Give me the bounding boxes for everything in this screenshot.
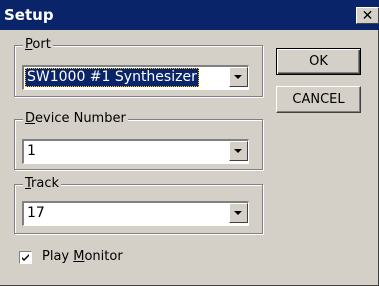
close-icon: ✕ (361, 8, 374, 24)
ok-button-label: OK (309, 54, 328, 69)
cancel-button[interactable]: CANCEL (276, 86, 361, 113)
port-value: SW1000 #1 Synthesizer (25, 68, 199, 87)
device-number-value: 1 (27, 143, 36, 159)
chevron-down-icon (234, 149, 242, 153)
port-dropdown-button[interactable] (229, 67, 248, 87)
port-select[interactable]: SW1000 #1 Synthesizer (22, 65, 249, 90)
setup-dialog: Setup ✕ Port SW1000 #1 Synthesizer Devic… (0, 0, 379, 286)
device-number-dropdown-button[interactable] (229, 141, 248, 161)
ok-button[interactable]: OK (276, 48, 361, 75)
track-value: 17 (27, 205, 45, 221)
chevron-down-icon (234, 211, 242, 215)
window-title: Setup (4, 6, 54, 24)
device-number-label: Device Number (23, 111, 128, 127)
title-bar[interactable]: Setup ✕ (0, 0, 379, 30)
play-monitor-checkbox[interactable] (19, 251, 32, 264)
device-number-select[interactable]: 1 (22, 139, 249, 164)
cancel-button-label: CANCEL (292, 92, 345, 107)
play-monitor-label[interactable]: Play Monitor (42, 249, 123, 265)
track-label: Track (23, 176, 62, 192)
chevron-down-icon (234, 75, 242, 79)
close-button[interactable]: ✕ (356, 7, 379, 24)
track-dropdown-button[interactable] (229, 203, 248, 223)
check-icon (22, 254, 29, 261)
port-label: Port (23, 37, 53, 53)
track-select[interactable]: 17 (22, 201, 249, 226)
